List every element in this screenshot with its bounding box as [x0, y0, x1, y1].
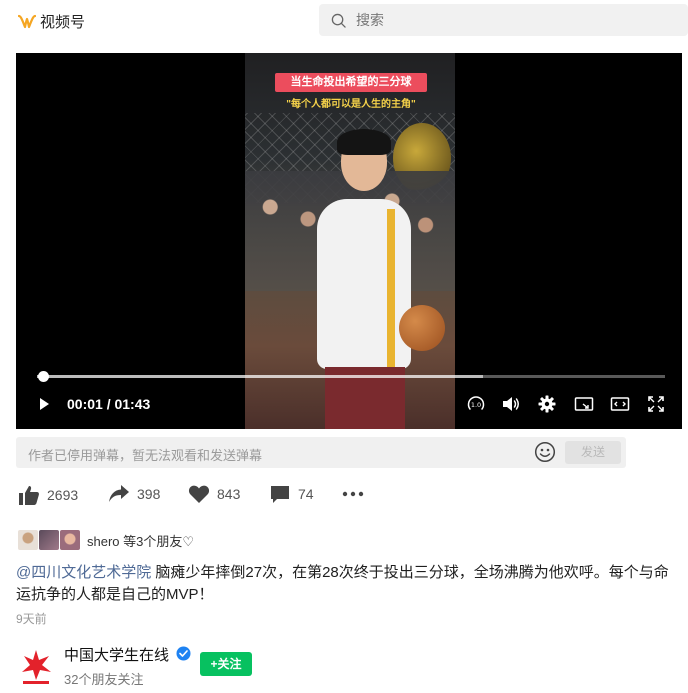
volume-button[interactable] — [501, 395, 521, 413]
basketball — [399, 305, 445, 351]
video-banner-title: 当生命投出希望的三分球 — [275, 73, 427, 92]
author-card: 中国大学生在线 +关注 32个朋友关注 — [18, 644, 678, 690]
settings-button[interactable] — [537, 395, 557, 413]
search-icon — [331, 13, 346, 28]
share-count: 398 — [137, 486, 161, 502]
theater-mode-button[interactable] — [610, 395, 630, 413]
heart-icon — [188, 485, 210, 503]
svg-text:1.0: 1.0 — [471, 401, 481, 409]
friend-avatar — [39, 530, 59, 550]
follow-button[interactable]: +关注 — [200, 652, 252, 676]
like-button[interactable]: 2693 — [18, 484, 78, 506]
comment-button[interactable]: 74 — [269, 484, 314, 504]
channels-logo-icon — [18, 14, 36, 28]
play-icon — [40, 398, 49, 410]
settings-icon — [538, 395, 556, 413]
pip-icon — [574, 397, 594, 411]
post-time: 9天前 — [16, 612, 47, 626]
comment-count: 74 — [298, 486, 314, 502]
top-bar: 视频号 — [0, 0, 688, 40]
author-avatar[interactable] — [18, 646, 54, 686]
friends-liked-text: shero 等3个朋友♡ — [87, 533, 195, 549]
volume-icon — [503, 397, 519, 411]
video-description: @四川文化艺术学院 脑瘫少年摔倒27次，在第28次终于投出三分球，全场沸腾为他欢… — [16, 562, 680, 606]
share-icon — [109, 485, 129, 502]
app-logo[interactable]: 视频号 — [18, 11, 85, 32]
friend-avatar — [60, 530, 80, 550]
share-button[interactable]: 398 — [108, 484, 160, 504]
verified-badge-icon — [176, 646, 191, 661]
basketball-player-figure — [303, 129, 445, 429]
mention-link[interactable]: @四川文化艺术学院 — [16, 564, 151, 581]
video-player[interactable]: 当生命投出希望的三分球 "每个人都可以是人生的主角" 00:01 / 01:43… — [16, 53, 682, 429]
friends-liked[interactable]: shero 等3个朋友♡ — [18, 530, 194, 550]
danmu-disabled-notice: 作者已停用弹幕，暂无法观看和发送弹幕 — [28, 448, 263, 463]
author-name[interactable]: 中国大学生在线 — [64, 644, 169, 665]
theater-icon — [610, 397, 630, 411]
comment-icon — [271, 486, 289, 503]
app-name: 视频号 — [40, 14, 86, 31]
emoji-icon[interactable] — [534, 441, 556, 463]
search-input[interactable] — [356, 12, 656, 28]
search-box[interactable] — [319, 4, 688, 36]
favorite-count: 843 — [217, 486, 241, 502]
picture-in-picture-button[interactable] — [574, 395, 594, 413]
player-controls: 00:01 / 01:43 1.0 — [16, 389, 682, 419]
fullscreen-icon — [648, 396, 664, 412]
video-banner-subtitle: "每个人都可以是人生的主角" — [286, 99, 416, 110]
speed-icon: 1.0 — [467, 396, 485, 410]
time-display: 00:01 / 01:43 — [67, 396, 151, 412]
danmu-bar: 作者已停用弹幕，暂无法观看和发送弹幕 发送 — [16, 437, 626, 468]
progress-buffered — [37, 375, 483, 378]
like-count: 2693 — [47, 487, 79, 503]
author-friends-following: 32个朋友关注 — [64, 672, 144, 687]
thumbs-up-icon — [19, 486, 39, 505]
send-danmu-button[interactable]: 发送 — [565, 441, 621, 464]
action-row: 2693 398 843 74 — [0, 484, 688, 512]
more-options-button[interactable] — [342, 484, 371, 504]
play-button[interactable] — [34, 395, 54, 413]
fullscreen-button[interactable] — [646, 395, 666, 413]
more-icon — [342, 491, 364, 497]
playback-speed-button[interactable]: 1.0 — [466, 395, 486, 413]
favorite-button[interactable]: 843 — [188, 484, 240, 504]
video-frame: 当生命投出希望的三分球 "每个人都可以是人生的主角" — [245, 53, 455, 429]
progress-handle[interactable] — [38, 371, 49, 382]
friend-avatar — [18, 530, 38, 550]
